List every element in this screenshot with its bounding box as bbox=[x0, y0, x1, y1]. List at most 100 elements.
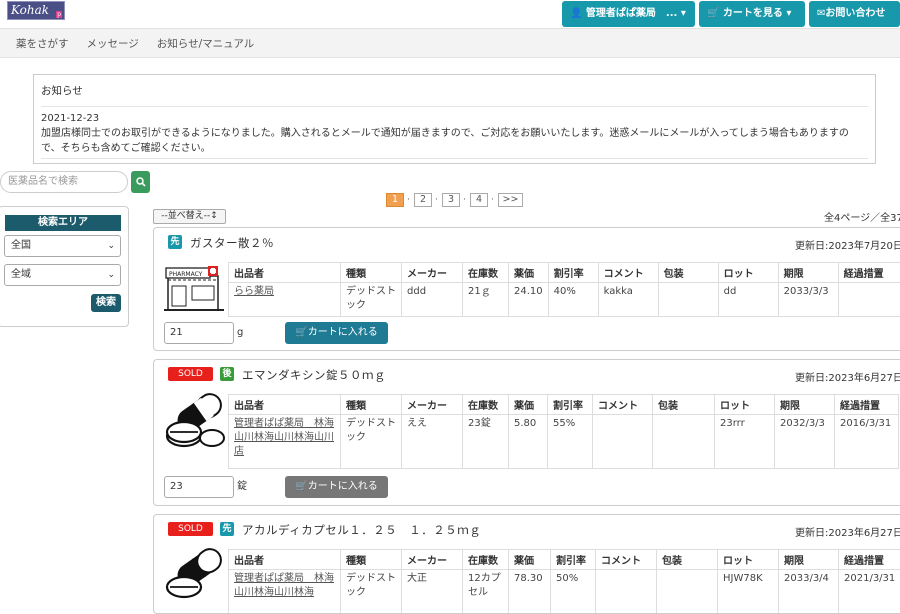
search-input[interactable]: 医薬品名で検索 bbox=[0, 171, 128, 193]
column-header: 割引率 bbox=[551, 550, 596, 570]
table-cell: 23錠 bbox=[463, 415, 509, 469]
product-name[interactable]: エマンダキシン錠５０ｍｇ bbox=[242, 367, 386, 383]
listing-card: SOLD 後 エマンダキシン錠５０ｍｇ 更新日:2023年6月27日 出品者 種… bbox=[153, 359, 900, 506]
listing-table: 出品者 種類 メーカー 在庫数 薬価 割引率 コメント 包装 ロット 期限 経過… bbox=[228, 394, 899, 469]
updated-date: 更新日:2023年6月27日 bbox=[795, 369, 900, 384]
table-cell: 40% bbox=[548, 283, 598, 317]
table-cell: dd bbox=[718, 283, 778, 317]
top-bar: Kohakp 👤 管理者ぱぱ薬局 ... ▾ 🛒 カートを見る ▾ ✉お問い合わ… bbox=[0, 0, 900, 28]
table-cell: 2033/3/3 bbox=[778, 283, 838, 317]
column-header: 在庫数 bbox=[463, 395, 509, 415]
quantity-input[interactable]: 23 bbox=[164, 476, 234, 498]
table-cell: デッドストック bbox=[341, 415, 402, 469]
seller-cell[interactable]: 管理者ぱぱ薬局 林海山川林海山川林海 bbox=[229, 570, 341, 614]
column-header: コメント bbox=[593, 395, 653, 415]
contact-button[interactable]: ✉お問い合わせ bbox=[809, 1, 900, 27]
column-header: メーカー bbox=[402, 550, 463, 570]
total-pages: 全4ページ／全37 bbox=[824, 209, 900, 224]
column-header: 種類 bbox=[341, 395, 402, 415]
column-header: 包装 bbox=[653, 395, 715, 415]
notice-date: 2021-12-23 bbox=[41, 111, 868, 126]
sold-badge: SOLD bbox=[168, 367, 213, 381]
pill-icon bbox=[164, 392, 226, 447]
chevron-down-icon: ⌄ bbox=[107, 265, 115, 285]
column-header: ロット bbox=[718, 263, 778, 283]
table-cell bbox=[593, 415, 653, 469]
notice-panel: お知らせ 2021-12-23 加盟店様同士でのお取引ができるようになりました。… bbox=[33, 74, 876, 164]
table-cell: ddd bbox=[402, 283, 463, 317]
table-cell: 2032/3/3 bbox=[775, 415, 835, 469]
region-select[interactable]: 全国⌄ bbox=[4, 235, 121, 257]
search-icon bbox=[136, 177, 146, 187]
table-cell: 大正 bbox=[402, 570, 463, 614]
column-header: ロット bbox=[718, 550, 779, 570]
column-header: 期限 bbox=[778, 263, 838, 283]
column-header: メーカー bbox=[402, 263, 463, 283]
pill-icon bbox=[164, 547, 226, 602]
quantity-unit: g bbox=[237, 322, 243, 344]
table-cell bbox=[838, 283, 900, 317]
area-select[interactable]: 全域⌄ bbox=[4, 264, 121, 286]
page-2[interactable]: 2 bbox=[414, 193, 432, 207]
table-cell bbox=[596, 570, 657, 614]
column-header: 期限 bbox=[779, 550, 839, 570]
listing-card: 先 ガスター散２％ 更新日:2023年7月20日 PHARMACY 出品者 種類… bbox=[153, 227, 900, 351]
page-next[interactable]: >> bbox=[498, 193, 523, 207]
add-to-cart-button[interactable]: 🛒カートに入れる bbox=[285, 322, 388, 344]
svg-text:PHARMACY: PHARMACY bbox=[169, 271, 203, 278]
column-header: 包装 bbox=[657, 550, 718, 570]
pharmacy-icon: PHARMACY bbox=[164, 264, 226, 319]
updated-date: 更新日:2023年6月27日 bbox=[795, 524, 900, 539]
table-cell: kakka bbox=[598, 283, 658, 317]
column-header: ロット bbox=[715, 395, 775, 415]
table-cell: デッドストック bbox=[341, 283, 402, 317]
user-menu-button[interactable]: 👤 管理者ぱぱ薬局 ... ▾ bbox=[562, 1, 695, 27]
product-name[interactable]: アカルディカプセル１．２５ １．２５ｍｇ bbox=[242, 522, 481, 538]
seller-cell[interactable]: 管理者ぱぱ薬局 林海山川林海山川林海山川店 bbox=[229, 415, 341, 469]
seller-cell[interactable]: らら薬局 bbox=[229, 283, 341, 317]
table-cell bbox=[653, 415, 715, 469]
listing-badge: 後 bbox=[220, 367, 234, 381]
sort-dropdown[interactable]: --並べ替え--↕ bbox=[153, 209, 226, 224]
listing-table: 出品者 種類 メーカー 在庫数 薬価 割引率 コメント 包装 ロット 期限 経過… bbox=[228, 549, 900, 614]
table-cell: 24.10 bbox=[509, 283, 549, 317]
table-cell: 55% bbox=[548, 415, 593, 469]
quantity-input[interactable]: 21 bbox=[164, 322, 234, 344]
nav-item-messages[interactable]: メッセージ bbox=[78, 29, 148, 59]
product-name[interactable]: ガスター散２％ bbox=[190, 235, 274, 251]
listing-badge: 先 bbox=[220, 522, 234, 536]
notice-date: 2021-12-23 bbox=[41, 160, 868, 164]
page-3[interactable]: 3 bbox=[442, 193, 460, 207]
column-header: 包装 bbox=[658, 263, 718, 283]
column-header: 薬価 bbox=[509, 395, 548, 415]
table-cell bbox=[658, 283, 718, 317]
column-header: 在庫数 bbox=[463, 550, 509, 570]
search-button[interactable] bbox=[131, 171, 150, 193]
nav-item-find-drug[interactable]: 薬をさがす bbox=[0, 29, 78, 59]
area-filter-box: 検索エリア 全国⌄ 全域⌄ 検索 bbox=[0, 206, 129, 327]
nav-item-notices[interactable]: お知らせ/マニュアル bbox=[148, 29, 264, 59]
page-1[interactable]: 1 bbox=[386, 193, 404, 207]
table-cell: 2021/3/31 bbox=[839, 570, 900, 614]
column-header: 薬価 bbox=[509, 263, 549, 283]
table-cell bbox=[657, 570, 718, 614]
table-cell: 78.30 bbox=[509, 570, 551, 614]
column-header: 期限 bbox=[775, 395, 835, 415]
table-cell: 2033/3/4 bbox=[779, 570, 839, 614]
table-cell: 21ｇ bbox=[463, 283, 509, 317]
column-header: 経過措置 bbox=[835, 395, 899, 415]
area-search-button[interactable]: 検索 bbox=[91, 294, 121, 312]
page-4[interactable]: 4 bbox=[470, 193, 488, 207]
cart-menu-button[interactable]: 🛒 カートを見る ▾ bbox=[699, 1, 805, 27]
listing-badge: 先 bbox=[168, 235, 182, 249]
column-header: 割引率 bbox=[548, 263, 598, 283]
add-to-cart-button[interactable]: 🛒カートに入れる bbox=[285, 476, 388, 498]
table-cell: HJW78K bbox=[718, 570, 779, 614]
column-header: メーカー bbox=[402, 395, 463, 415]
area-filter-title: 検索エリア bbox=[5, 215, 121, 231]
chevron-down-icon: ⌄ bbox=[107, 236, 115, 256]
column-header: 割引率 bbox=[548, 395, 593, 415]
quantity-unit: 錠 bbox=[237, 476, 247, 498]
column-header: 種類 bbox=[341, 550, 402, 570]
app-logo[interactable]: Kohakp bbox=[7, 1, 65, 20]
